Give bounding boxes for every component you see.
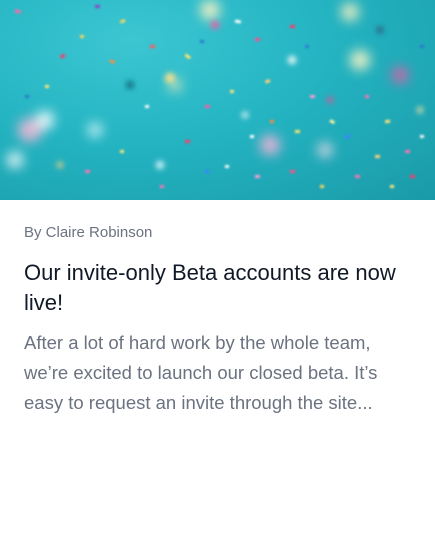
card-body: By Claire Robinson Our invite-only Beta … bbox=[0, 200, 435, 418]
post-excerpt: After a lot of hard work by the whole te… bbox=[24, 332, 378, 413]
confetti-illustration bbox=[7, 0, 424, 188]
post-title[interactable]: Our invite-only Beta accounts are now li… bbox=[24, 258, 411, 318]
confetti-image bbox=[0, 0, 435, 200]
author-byline: By Claire Robinson bbox=[24, 224, 153, 241]
blog-post-card[interactable]: By Claire Robinson Our invite-only Beta … bbox=[0, 0, 435, 550]
